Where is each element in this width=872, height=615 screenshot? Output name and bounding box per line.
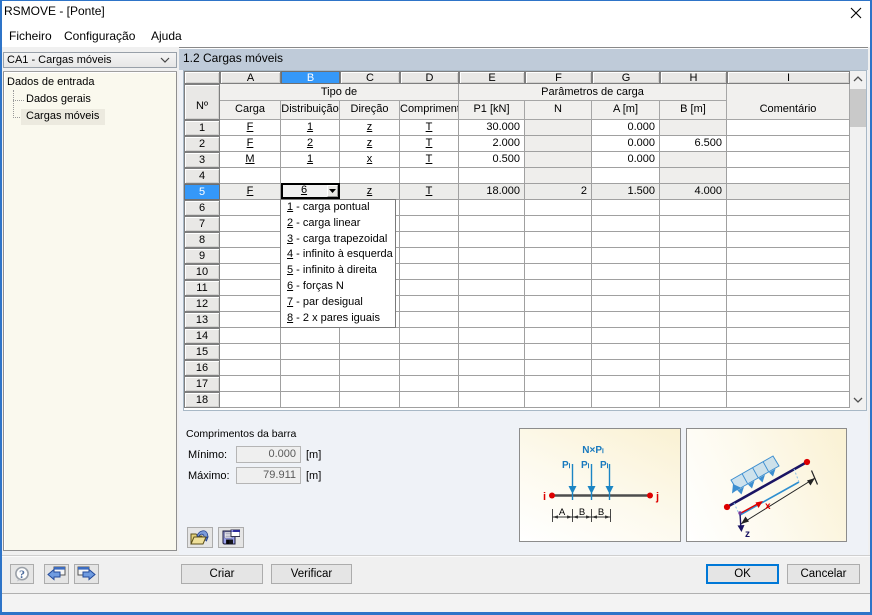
svg-text:N×Pₗ: N×Pₗ: [582, 445, 604, 456]
svg-text:B: B: [579, 507, 585, 518]
svg-text:B: B: [598, 507, 604, 518]
svg-text:Pₗ: Pₗ: [581, 460, 590, 471]
svg-text:i: i: [543, 491, 546, 503]
svg-text:A: A: [559, 507, 566, 518]
svg-text:?: ?: [19, 567, 25, 581]
svg-text:z: z: [745, 529, 750, 540]
svg-text:Pₗ: Pₗ: [562, 460, 571, 471]
svg-text:Pₗ: Pₗ: [600, 460, 609, 471]
svg-text:x: x: [765, 501, 771, 512]
svg-text:j: j: [655, 491, 659, 503]
